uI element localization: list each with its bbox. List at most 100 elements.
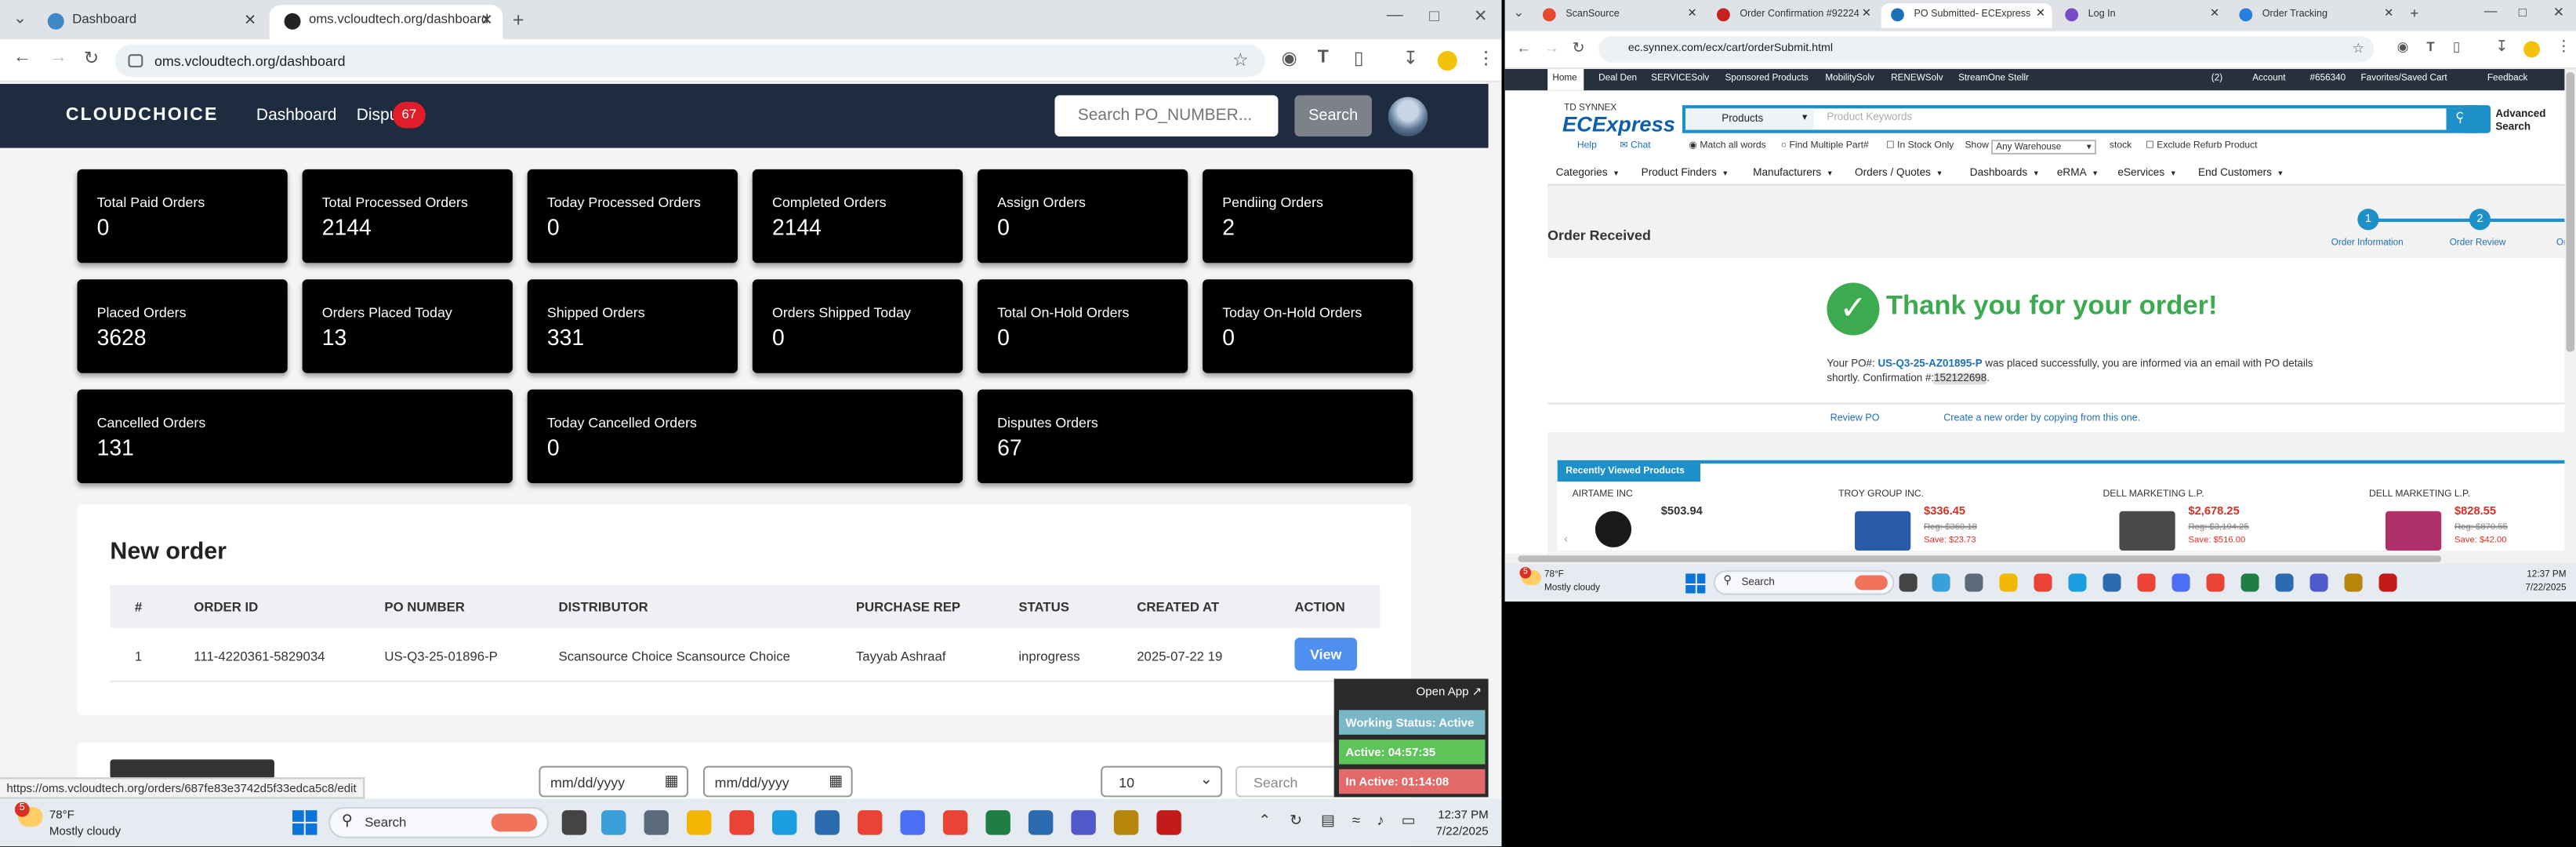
- find-multiple-radio[interactable]: ○ Find Multiple Part#: [1781, 141, 1869, 151]
- page-size-select[interactable]: 10 ⌄: [1101, 765, 1223, 798]
- tab-po-submitted[interactable]: PO Submitted- ECExpress ✕: [1881, 3, 2052, 28]
- tab-dashboard[interactable]: Dashboard ✕: [33, 5, 267, 39]
- app-icon[interactable]: [601, 810, 626, 835]
- view-order-button[interactable]: View: [1294, 638, 1358, 671]
- chrome-icon[interactable]: [857, 810, 883, 835]
- stat-card[interactable]: Pendiing Orders 2: [1203, 169, 1413, 264]
- stat-card[interactable]: Completed Orders 2144: [752, 169, 963, 264]
- reading-mode-icon[interactable]: T: [2426, 39, 2434, 54]
- minimize-icon[interactable]: —: [2484, 3, 2498, 18]
- calendar-icon[interactable]: ▦: [829, 772, 843, 791]
- category-menu-item[interactable]: eRMA ▾: [2057, 168, 2098, 180]
- extensions-puzzle-icon[interactable]: ▯: [2453, 39, 2460, 54]
- close-window-icon[interactable]: ✕: [2553, 5, 2564, 20]
- match-all-radio[interactable]: ◉ Match all words: [1689, 141, 1765, 151]
- open-app-link[interactable]: Open App ↗: [1416, 684, 1482, 699]
- product-thumbnail[interactable]: [1595, 511, 1632, 547]
- category-menu-item[interactable]: End Customers ▾: [2198, 168, 2283, 180]
- search-category-select[interactable]: Products ▾: [1685, 108, 1814, 130]
- stat-card[interactable]: Today Processed Orders 0: [527, 169, 738, 264]
- stat-card[interactable]: Shipped Orders 331: [527, 279, 738, 373]
- reload-icon[interactable]: ↻: [84, 48, 99, 69]
- nav-streamone[interactable]: StreamOne Stellr: [1958, 74, 2029, 84]
- vertical-scrollbar[interactable]: [2564, 69, 2576, 554]
- product-vendor[interactable]: DELL MARKETING L.P.: [2369, 490, 2470, 500]
- windows-start-icon[interactable]: [292, 810, 317, 835]
- category-menu-item[interactable]: Product Finders ▾: [1642, 168, 1728, 180]
- maximize-icon[interactable]: □: [1429, 8, 1439, 26]
- sync-icon[interactable]: ↻: [1290, 812, 1302, 830]
- file-explorer-icon[interactable]: [687, 810, 712, 835]
- chrome-icon[interactable]: [2034, 573, 2052, 592]
- review-po-link[interactable]: Review PO: [1830, 414, 1880, 424]
- minimize-icon[interactable]: —: [1387, 6, 1403, 24]
- extension-icon[interactable]: ◉: [2397, 39, 2409, 54]
- edge-icon[interactable]: [771, 810, 797, 835]
- tab-search-chevron-icon[interactable]: ⌄: [1513, 5, 1524, 20]
- messages-count[interactable]: (2): [2211, 74, 2222, 84]
- extension-icon[interactable]: ◉: [1282, 48, 1297, 69]
- product-vendor[interactable]: TROY GROUP INC.: [1838, 490, 1924, 500]
- excel-icon[interactable]: [985, 810, 1010, 835]
- address-bar[interactable]: ec.synnex.com/ecx/cart/orderSubmit.html …: [1598, 36, 2375, 63]
- profile-avatar[interactable]: [1437, 50, 1457, 71]
- taskbar-search[interactable]: ⚲ Search: [1713, 570, 1895, 595]
- stat-card[interactable]: Assign Orders 0: [977, 169, 1188, 264]
- stat-card[interactable]: Cancelled Orders 131: [77, 389, 513, 484]
- close-icon[interactable]: ✕: [481, 5, 493, 35]
- advanced-search-icon[interactable]: [2462, 105, 2491, 133]
- download-icon[interactable]: ↧: [1403, 48, 1418, 69]
- app-icon[interactable]: [2171, 573, 2190, 592]
- close-window-icon[interactable]: ✕: [1474, 8, 1488, 26]
- chrome-icon[interactable]: [942, 810, 968, 835]
- acrobat-icon[interactable]: [1156, 810, 1181, 835]
- tab-oms-dashboard[interactable]: oms.vcloudtech.org/dashboard ✕: [269, 5, 503, 40]
- scrollbar-thumb[interactable]: [1518, 555, 2442, 562]
- stat-card[interactable]: Total Processed Orders 2144: [302, 169, 513, 264]
- clock-date[interactable]: 7/22/2025: [1426, 823, 1489, 838]
- tab-order-tracking[interactable]: Order Tracking ✕: [2230, 3, 2400, 27]
- download-icon[interactable]: ↧: [2495, 38, 2508, 56]
- calculator-app-icon[interactable]: [1965, 573, 1983, 592]
- advanced-search-label2[interactable]: Search: [2495, 122, 2531, 133]
- nav-home[interactable]: Home: [1552, 74, 1576, 84]
- taskbar-search[interactable]: ⚲ Search: [328, 806, 549, 838]
- product-thumbnail[interactable]: [1855, 511, 1911, 551]
- account-menu[interactable]: Account: [2252, 74, 2285, 84]
- product-vendor[interactable]: DELL MARKETING L.P.: [2103, 490, 2204, 500]
- excel-icon[interactable]: [2240, 573, 2259, 592]
- close-icon[interactable]: ✕: [2384, 3, 2393, 26]
- acrobat-icon[interactable]: [2378, 573, 2397, 592]
- camera-icon[interactable]: ▤: [1321, 812, 1335, 830]
- advanced-search-label1[interactable]: Advanced: [2495, 108, 2545, 120]
- close-icon[interactable]: ✕: [1688, 3, 1697, 26]
- app-icon[interactable]: [1028, 810, 1054, 835]
- stat-card[interactable]: Orders Placed Today 13: [302, 279, 513, 373]
- tab-scansource[interactable]: ScanSource ✕: [1533, 3, 1703, 27]
- category-menu-item[interactable]: Orders / Quotes ▾: [1855, 168, 1942, 180]
- po-number-link[interactable]: US-Q3-25-AZ01895-P: [1878, 358, 1982, 370]
- chrome-icon[interactable]: [2137, 573, 2156, 592]
- close-icon[interactable]: ✕: [2210, 3, 2219, 26]
- tab-log-in[interactable]: Log In ✕: [2055, 3, 2226, 27]
- stat-card[interactable]: Today Cancelled Orders 0: [527, 389, 963, 484]
- start-date-input[interactable]: mm/dd/yyyy ▦: [539, 765, 689, 798]
- exclude-refurb-checkbox[interactable]: ☐ Exclude Refurb Product: [2146, 141, 2258, 151]
- category-menu-item[interactable]: Dashboards ▾: [1970, 168, 2038, 180]
- stat-card[interactable]: Disputes Orders 67: [977, 389, 1413, 484]
- new-tab-icon[interactable]: +: [2410, 5, 2418, 21]
- speaker-icon[interactable]: ♪: [1377, 812, 1384, 828]
- category-menu-item[interactable]: Categories ▾: [1556, 168, 1619, 180]
- menu-dots-icon[interactable]: ⋮: [1477, 48, 1495, 69]
- file-explorer-icon[interactable]: [1999, 573, 2018, 592]
- category-menu-item[interactable]: Manufacturers ▾: [1753, 168, 1832, 180]
- outlook-icon[interactable]: [815, 810, 840, 835]
- app-icon[interactable]: [2344, 573, 2363, 592]
- nav-sponsored-products[interactable]: Sponsored Products: [1725, 74, 1808, 84]
- end-date-input[interactable]: mm/dd/yyyy ▦: [702, 765, 853, 798]
- scrollbar-thumb[interactable]: [2566, 72, 2574, 352]
- windows-start-icon[interactable]: [1685, 573, 1706, 594]
- clock-time[interactable]: 12:37 PM: [2510, 570, 2566, 580]
- wifi-icon[interactable]: ≈: [1352, 812, 1360, 828]
- category-menu-item[interactable]: eServices ▾: [2117, 168, 2175, 180]
